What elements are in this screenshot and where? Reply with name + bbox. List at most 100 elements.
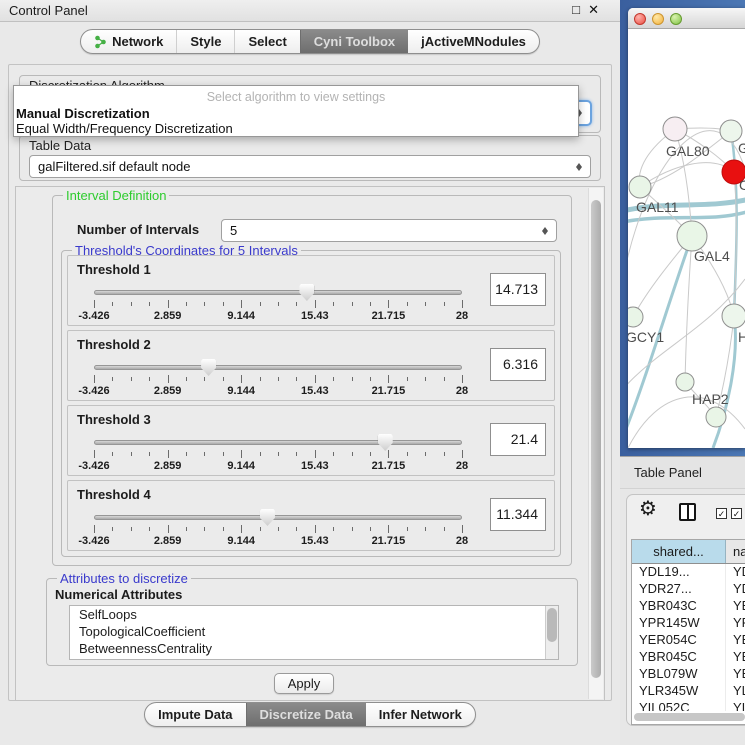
tab-jactivemnodules[interactable]: jActiveMNodules bbox=[408, 30, 539, 53]
attributes-scrollbar[interactable] bbox=[545, 606, 558, 659]
node-GAL11[interactable] bbox=[629, 176, 651, 198]
algorithm-option[interactable]: Equal Width/Frequency Discretization bbox=[14, 121, 578, 136]
gear-icon[interactable]: ⚙ bbox=[639, 498, 657, 520]
table-row[interactable]: YIL052CYIL0 bbox=[632, 700, 745, 711]
tick-labels: -3.4262.8599.14415.4321.71528 bbox=[94, 535, 462, 547]
float-window-icon[interactable]: □ bbox=[572, 2, 580, 17]
node-node-bottom[interactable] bbox=[706, 407, 726, 427]
tick-mark bbox=[296, 302, 297, 306]
number-of-intervals-value: 5 bbox=[230, 220, 237, 241]
tab-select[interactable]: Select bbox=[234, 30, 299, 53]
control-panel: Control Panel □ ✕ NetworkStyleSelectCyni… bbox=[0, 0, 620, 745]
attribute-item[interactable]: TopologicalCoefficient bbox=[70, 623, 558, 640]
tick-mark bbox=[168, 300, 169, 308]
attribute-item[interactable]: BetweennessCentrality bbox=[70, 640, 558, 657]
tab-label: Discretize Data bbox=[260, 707, 353, 722]
threshold-slider[interactable]: -3.4262.8599.14415.4321.71528 bbox=[94, 507, 462, 549]
threshold-value[interactable]: 21.4 bbox=[490, 423, 546, 456]
tick-mark bbox=[204, 377, 205, 381]
algorithm-option[interactable]: Manual Discretization bbox=[14, 106, 578, 121]
tick-mark bbox=[315, 375, 316, 383]
minimize-traffic-light-icon[interactable] bbox=[652, 13, 664, 25]
settings-vertical-scrollbar[interactable] bbox=[588, 188, 603, 699]
node-node-right-h[interactable] bbox=[722, 304, 745, 328]
tab-label: Impute Data bbox=[158, 707, 232, 722]
table-row[interactable]: YBL079WYBL0 bbox=[632, 666, 745, 683]
table-row[interactable]: YBR043CYBR0 bbox=[632, 598, 745, 615]
slider-thumb[interactable] bbox=[378, 434, 393, 451]
slider-thumb[interactable] bbox=[260, 509, 275, 526]
threshold-value[interactable]: 14.713 bbox=[490, 273, 546, 306]
close-traffic-light-icon[interactable] bbox=[634, 13, 646, 25]
table-panel-card: ⚙ ✓ ✓ shared... na YDL19...YDL1YDR27...Y… bbox=[626, 494, 745, 726]
tick-mark bbox=[168, 375, 169, 383]
checkbox-icon[interactable]: ✓ bbox=[716, 508, 727, 519]
slider-thumb[interactable] bbox=[201, 359, 216, 376]
node-HAP2[interactable] bbox=[676, 373, 694, 391]
tab-style[interactable]: Style bbox=[176, 30, 234, 53]
table-header: shared... na bbox=[632, 540, 745, 564]
column-header-shared-name[interactable]: shared... bbox=[632, 540, 726, 563]
table-data-select[interactable]: galFiltered.sif default node bbox=[29, 155, 591, 178]
threshold-value[interactable]: 11.344 bbox=[490, 498, 546, 531]
tick-mark bbox=[186, 377, 187, 381]
tick-mark bbox=[186, 527, 187, 531]
cell-shared-name: YER054C bbox=[632, 632, 726, 649]
interval-definition-title: Interval Definition bbox=[63, 188, 169, 203]
column-header-name[interactable]: na bbox=[726, 540, 745, 563]
threshold-label: Threshold 1 bbox=[77, 262, 151, 277]
node-node-top-right[interactable] bbox=[720, 120, 742, 142]
threshold-value[interactable]: 6.316 bbox=[490, 348, 546, 381]
node-GCY1[interactable] bbox=[628, 307, 643, 327]
numerical-attributes-list[interactable]: SelfLoopsTopologicalCoefficientBetweenne… bbox=[69, 605, 559, 660]
table-row[interactable]: YBR045CYBR0 bbox=[632, 649, 745, 666]
attribute-item[interactable]: SelfLoops bbox=[70, 606, 558, 623]
node-table: shared... na YDL19...YDL1YDR27...YDR2YBR… bbox=[631, 539, 745, 725]
tick-label: -3.426 bbox=[78, 460, 109, 472]
cell-shared-name: YDR27... bbox=[632, 581, 726, 598]
node-GAL4[interactable] bbox=[677, 221, 707, 251]
table-row[interactable]: YLR345WYLR3 bbox=[632, 683, 745, 700]
table-row[interactable]: YPR145WYPR1 bbox=[632, 615, 745, 632]
table-row[interactable]: YDL19...YDL1 bbox=[632, 564, 745, 581]
table-row[interactable]: YDR27...YDR2 bbox=[632, 581, 745, 598]
tick-mark bbox=[425, 527, 426, 531]
network-canvas[interactable]: GAL80GCGAL11GAL4GCY1HHAP2 bbox=[628, 29, 745, 448]
zoom-traffic-light-icon[interactable] bbox=[670, 13, 682, 25]
tick-mark bbox=[168, 450, 169, 458]
tick-mark bbox=[223, 527, 224, 531]
tick-mark bbox=[241, 300, 242, 308]
slider-ticks bbox=[94, 375, 462, 384]
node-GAL80[interactable] bbox=[663, 117, 687, 141]
tick-label: 15.43 bbox=[301, 385, 329, 397]
attributes-group-title: Attributes to discretize bbox=[57, 571, 191, 586]
threshold-slider[interactable]: -3.4262.8599.14415.4321.71528 bbox=[94, 282, 462, 324]
tab-cyni-toolbox[interactable]: Cyni Toolbox bbox=[300, 30, 408, 53]
checkbox-icon[interactable]: ✓ bbox=[731, 508, 742, 519]
number-of-intervals-select[interactable]: 5 bbox=[221, 219, 557, 242]
cell-shared-name: YIL052C bbox=[632, 700, 726, 711]
tick-label: 9.144 bbox=[227, 310, 255, 322]
close-icon[interactable]: ✕ bbox=[588, 2, 599, 18]
table-rows: YDL19...YDL1YDR27...YDR2YBR043CYBR0YPR14… bbox=[632, 564, 745, 711]
cell-shared-name: YLR345W bbox=[632, 683, 726, 700]
tick-label: 2.859 bbox=[154, 460, 182, 472]
tab-discretize-data[interactable]: Discretize Data bbox=[246, 703, 366, 726]
threshold-slider[interactable]: -3.4262.8599.14415.4321.71528 bbox=[94, 357, 462, 399]
tick-mark bbox=[462, 450, 463, 458]
tab-infer-network[interactable]: Infer Network bbox=[366, 703, 475, 726]
network-view-frame: GAL80GCGAL11GAL4GCY1HHAP2 bbox=[620, 0, 745, 456]
table-horizontal-scrollbar[interactable] bbox=[634, 713, 745, 721]
apply-button[interactable]: Apply bbox=[274, 673, 334, 694]
tick-mark bbox=[94, 300, 95, 308]
numerical-attributes-label: Numerical Attributes bbox=[55, 587, 182, 602]
tab-impute-data[interactable]: Impute Data bbox=[145, 703, 245, 726]
slider-track bbox=[94, 290, 462, 295]
tab-network[interactable]: Network bbox=[81, 30, 176, 53]
table-row[interactable]: YER054CYER0 bbox=[632, 632, 745, 649]
threshold-slider[interactable]: -3.4262.8599.14415.4321.71528 bbox=[94, 432, 462, 474]
slider-thumb[interactable] bbox=[299, 284, 314, 301]
tick-mark bbox=[241, 450, 242, 458]
network-icon bbox=[94, 35, 107, 49]
split-columns-icon[interactable] bbox=[679, 503, 696, 521]
